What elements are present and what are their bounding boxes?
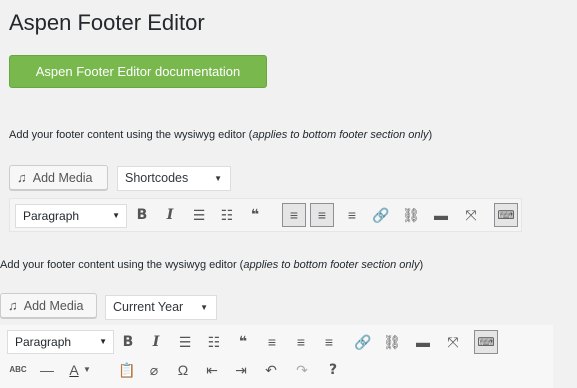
toolbar-toggle-icon[interactable]: ⌨ xyxy=(494,203,518,227)
blockquote-icon[interactable]: ❝ xyxy=(232,331,254,353)
editor-panel-top: Aspen Footer Editor Aspen Footer Editor … xyxy=(0,0,553,232)
unlink-icon[interactable]: ⛓ xyxy=(381,331,403,353)
clear-formatting-icon[interactable]: ⌀ xyxy=(143,359,165,381)
current-year-select-value: Current Year xyxy=(113,300,184,314)
align-right-icon[interactable]: ≡ xyxy=(318,331,340,353)
bullet-list-icon[interactable]: ☰ xyxy=(188,204,210,226)
strikethrough-icon[interactable]: ABC xyxy=(7,359,29,381)
indent-icon[interactable]: ⇥ xyxy=(230,359,252,381)
chevron-down-icon: ▼ xyxy=(99,337,107,346)
help-icon[interactable]: ? xyxy=(322,359,344,381)
shortcodes-select[interactable]: Shortcodes ▼ xyxy=(117,166,231,191)
undo-icon[interactable]: ↶ xyxy=(260,359,282,381)
align-center-icon[interactable]: ≡ xyxy=(290,331,312,353)
link-icon[interactable]: 🔗 xyxy=(352,331,374,353)
editor-description: Add your footer content using the wysiwy… xyxy=(9,129,432,141)
add-media-icon: ♫ xyxy=(8,298,18,313)
documentation-button[interactable]: Aspen Footer Editor documentation xyxy=(9,55,267,88)
format-select[interactable]: Paragraph ▼ xyxy=(15,204,127,228)
align-right-icon[interactable]: ≡ xyxy=(341,204,363,226)
editor-toolbar: Paragraph ▼ B I ☰ ☷ ❝ ≡ ≡ ≡ 🔗 ⛓ ▬ ⤧ ⌨ AB… xyxy=(0,325,553,388)
numbered-list-icon[interactable]: ☷ xyxy=(216,204,238,226)
redo-icon[interactable]: ↷ xyxy=(291,359,313,381)
add-media-button[interactable]: ♫ Add Media xyxy=(0,293,97,318)
format-select-value: Paragraph xyxy=(23,209,80,223)
add-media-label: Add Media xyxy=(23,299,84,313)
shortcodes-select-value: Shortcodes xyxy=(125,171,189,185)
align-center-icon[interactable]: ≡ xyxy=(310,203,334,227)
description-text: Add your footer content using the wysiwy… xyxy=(0,259,244,271)
editor-panel-bottom: Add your footer content using the wysiwy… xyxy=(0,245,553,388)
outdent-icon[interactable]: ⇤ xyxy=(201,359,223,381)
numbered-list-icon[interactable]: ☷ xyxy=(203,331,225,353)
read-more-icon[interactable]: ▬ xyxy=(430,204,452,226)
format-select[interactable]: Paragraph ▼ xyxy=(7,330,114,354)
add-media-icon: ♫ xyxy=(17,170,27,185)
description-note: applies to bottom footer section only xyxy=(252,129,429,141)
editor-description: Add your footer content using the wysiwy… xyxy=(0,259,423,271)
description-text: Add your footer content using the wysiwy… xyxy=(9,129,253,141)
editor-toolbar: Paragraph ▼ B I ☰ ☷ ❝ ≡ ≡ ≡ 🔗 ⛓ ▬ ⤧ ⌨ xyxy=(9,198,522,232)
bold-icon[interactable]: B xyxy=(117,331,139,353)
description-close: ) xyxy=(419,259,424,271)
chevron-down-icon: ▼ xyxy=(112,211,120,220)
format-select-value: Paragraph xyxy=(15,335,72,349)
paste-text-icon[interactable]: 📋 xyxy=(116,359,138,381)
description-note: applies to bottom footer section only xyxy=(243,259,420,271)
link-icon[interactable]: 🔗 xyxy=(370,204,392,226)
align-left-icon[interactable]: ≡ xyxy=(261,331,283,353)
read-more-icon[interactable]: ▬ xyxy=(412,331,434,353)
description-close: ) xyxy=(428,129,433,141)
blockquote-icon[interactable]: ❝ xyxy=(244,204,266,226)
align-left-icon[interactable]: ≡ xyxy=(282,203,306,227)
bullet-list-icon[interactable]: ☰ xyxy=(174,331,196,353)
chevron-down-icon[interactable]: ▼ xyxy=(80,359,94,381)
chevron-down-icon: ▼ xyxy=(200,303,208,312)
current-year-select[interactable]: Current Year ▼ xyxy=(105,295,217,320)
add-media-button[interactable]: ♫ Add Media xyxy=(9,165,108,190)
horizontal-line-icon[interactable]: — xyxy=(36,359,58,381)
italic-icon[interactable]: I xyxy=(159,204,181,226)
special-character-icon[interactable]: Ω xyxy=(172,359,194,381)
italic-icon[interactable]: I xyxy=(145,331,167,353)
bold-icon[interactable]: B xyxy=(131,204,153,226)
chevron-down-icon: ▼ xyxy=(214,174,222,183)
fullscreen-icon[interactable]: ⤧ xyxy=(460,204,482,226)
unlink-icon[interactable]: ⛓ xyxy=(400,204,422,226)
fullscreen-icon[interactable]: ⤧ xyxy=(442,331,464,353)
toolbar-toggle-icon[interactable]: ⌨ xyxy=(474,330,498,354)
add-media-label: Add Media xyxy=(32,171,93,185)
page-title: Aspen Footer Editor xyxy=(9,10,205,35)
